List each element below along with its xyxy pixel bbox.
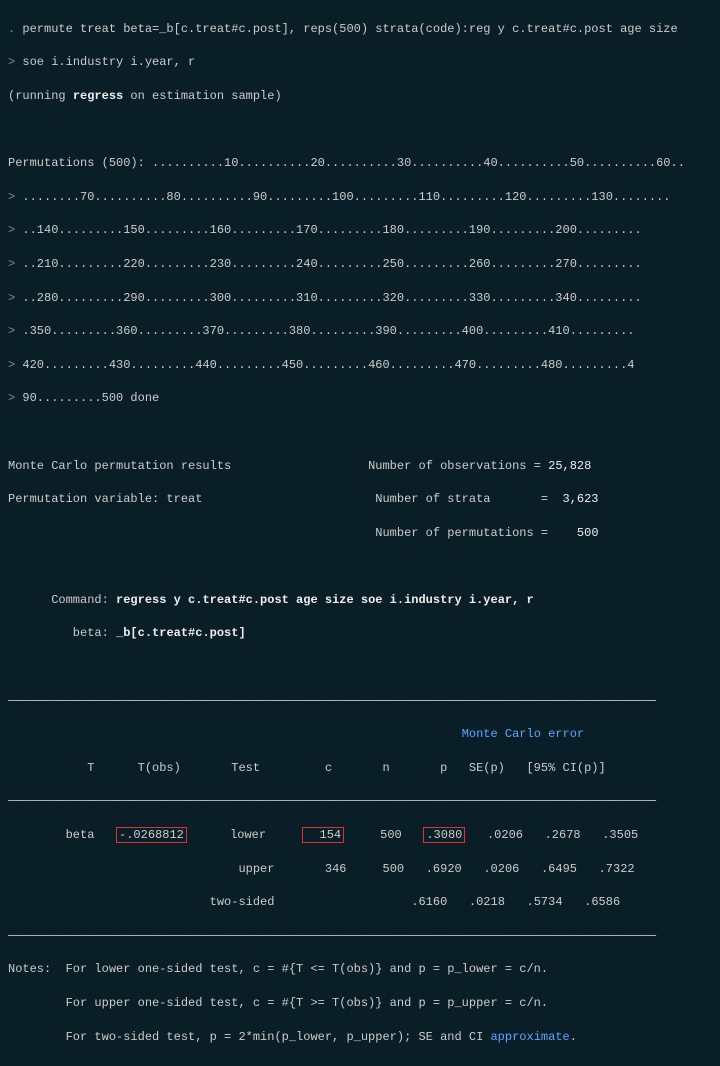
cmd-line-1: . permute treat beta=_b[c.treat#c.post],… bbox=[8, 21, 712, 38]
row-lower: beta -.0268812 lower 154 500 .3080 .0206… bbox=[8, 827, 712, 844]
note-2: For upper one-sided test, c = #{T >= T(o… bbox=[8, 995, 712, 1012]
terminal-screen: . permute treat beta=_b[c.treat#c.post],… bbox=[0, 0, 720, 1066]
perm-progress-2: > ..140.........150.........160.........… bbox=[8, 222, 712, 239]
perm-progress-1: > ........70..........80..........90....… bbox=[8, 189, 712, 206]
perm-progress-7: > 90.........500 done bbox=[8, 390, 712, 407]
beta-line: beta: _b[c.treat#c.post] bbox=[8, 625, 712, 642]
note-3: For two-sided test, p = 2*min(p_lower, p… bbox=[8, 1029, 712, 1046]
row-two: two-sided .6160 .0218 .5734 .6586 bbox=[8, 894, 712, 911]
result-hdr-1: Monte Carlo permutation results Number o… bbox=[8, 458, 712, 475]
hr-mid: ────────────────────────────────────────… bbox=[8, 793, 712, 810]
note-1: Notes: For lower one-sided test, c = #{T… bbox=[8, 961, 712, 978]
command-line: Command: regress y c.treat#c.post age si… bbox=[8, 592, 712, 609]
perm-progress-5: > .350.........360.........370.........3… bbox=[8, 323, 712, 340]
perm-progress-6: > 420.........430.........440.........45… bbox=[8, 357, 712, 374]
result-hdr-3: Number of permutations = 500 bbox=[8, 525, 712, 542]
perm-progress-0: Permutations (500): ..........10........… bbox=[8, 155, 712, 172]
result-hdr-2: Permutation variable: treat Number of st… bbox=[8, 491, 712, 508]
perm-progress-3: > ..210.........220.........230.........… bbox=[8, 256, 712, 273]
col-hdr: T T(obs) Test c n p SE(p) [95% CI(p)] bbox=[8, 760, 712, 777]
perm-progress-4: > ..280.........290.........300.........… bbox=[8, 290, 712, 307]
hr-top: ────────────────────────────────────────… bbox=[8, 693, 712, 710]
running-msg: (running regress on estimation sample) bbox=[8, 88, 712, 105]
cmd-line-2: > soe i.industry i.year, r bbox=[8, 54, 712, 71]
row-upper: upper 346 500 .6920 .0206 .6495 .7322 bbox=[8, 861, 712, 878]
hr-bot: ────────────────────────────────────────… bbox=[8, 928, 712, 945]
mc-hdr: Monte Carlo error bbox=[8, 726, 712, 743]
